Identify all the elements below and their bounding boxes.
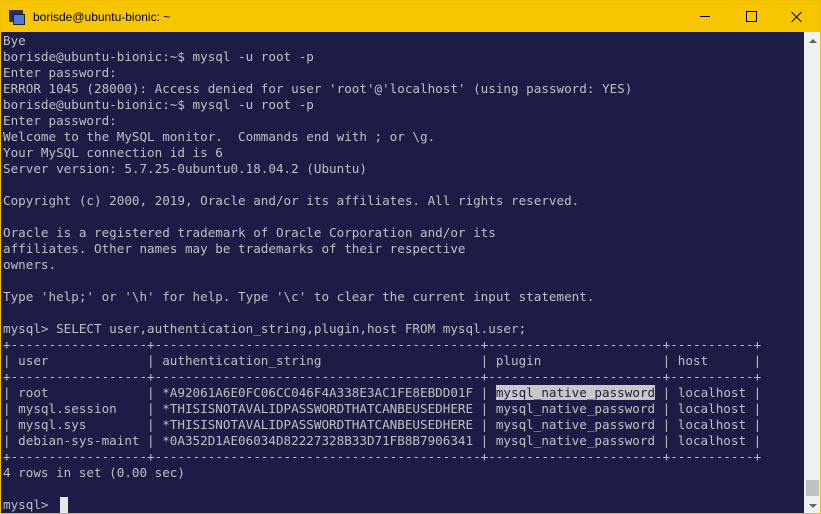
terminal-window: borisde@ubuntu-bionic: ~ Bye borisde@ubu…: [0, 0, 821, 514]
text-cursor: [60, 497, 68, 513]
close-button[interactable]: [774, 1, 820, 32]
terminal-line: Oracle is a registered trademark of Orac…: [3, 225, 496, 240]
table-row: | mysql.session | *THISISNOTAVALIDPASSWO…: [3, 401, 762, 416]
table-border: +------------------+--------------------…: [3, 449, 762, 464]
close-icon: [791, 11, 803, 23]
minimize-button[interactable]: [682, 1, 728, 32]
putty-app-icon[interactable]: [9, 9, 25, 25]
mysql-prompt[interactable]: mysql>: [3, 497, 56, 513]
terminal-line: Welcome to the MySQL monitor. Commands e…: [3, 129, 436, 144]
terminal-line: Type 'help;' or '\h' for help. Type '\c'…: [3, 289, 595, 304]
terminal-line: Server version: 5.7.25-0ubuntu0.18.04.2 …: [3, 161, 367, 176]
table-border: +------------------+--------------------…: [3, 369, 762, 384]
arrow-down-icon: [808, 503, 817, 508]
terminal-line: owners.: [3, 257, 57, 272]
selected-text[interactable]: mysql_native_password: [495, 385, 656, 400]
scroll-thumb[interactable]: [806, 480, 819, 496]
terminal-line: borisde@ubuntu-bionic:~$ mysql -u root -…: [3, 49, 314, 64]
table-border: +------------------+--------------------…: [3, 337, 762, 352]
terminal-line: mysql> SELECT user,authentication_string…: [3, 321, 527, 336]
window-title: borisde@ubuntu-bionic: ~: [33, 9, 171, 24]
terminal-output[interactable]: Bye borisde@ubuntu-bionic:~$ mysql -u ro…: [3, 33, 803, 513]
terminal-line: Bye: [3, 33, 26, 48]
title-bar[interactable]: borisde@ubuntu-bionic: ~: [1, 1, 820, 32]
maximize-icon: [745, 11, 757, 22]
vertical-scrollbar[interactable]: [804, 32, 820, 513]
terminal-line: Enter password:: [3, 65, 117, 80]
maximize-button[interactable]: [728, 1, 774, 32]
minimize-icon: [700, 16, 710, 17]
root-row-suffix: | localhost |: [655, 385, 762, 400]
terminal-line: Your MySQL connection id is 6: [3, 145, 223, 160]
terminal-line: affiliates. Other names may be trademark…: [3, 241, 466, 256]
terminal-line: borisde@ubuntu-bionic:~$ mysql -u root -…: [3, 97, 314, 112]
terminal-line: 4 rows in set (0.00 sec): [3, 465, 185, 480]
terminal-line: Copyright (c) 2000, 2019, Oracle and/or …: [3, 193, 580, 208]
arrow-up-icon: [808, 38, 817, 43]
table-row: | mysql.sys | *THISISNOTAVALIDPASSWORDTH…: [3, 417, 762, 432]
terminal-line: ERROR 1045 (28000): Access denied for us…: [3, 81, 633, 96]
table-row: | debian-sys-maint | *0A352D1AE06034D822…: [3, 433, 762, 448]
root-row-prefix: | root | *A92061A6E0FC06CC046F4A338E3AC1…: [3, 385, 496, 400]
terminal-line: Enter password:: [3, 113, 117, 128]
table-row-root: | root | *A92061A6E0FC06CC046F4A338E3AC1…: [3, 385, 761, 401]
scroll-down-button[interactable]: [804, 497, 820, 513]
table-header-row: | user | authentication_string | plugin …: [3, 353, 762, 368]
scroll-up-button[interactable]: [804, 32, 820, 49]
